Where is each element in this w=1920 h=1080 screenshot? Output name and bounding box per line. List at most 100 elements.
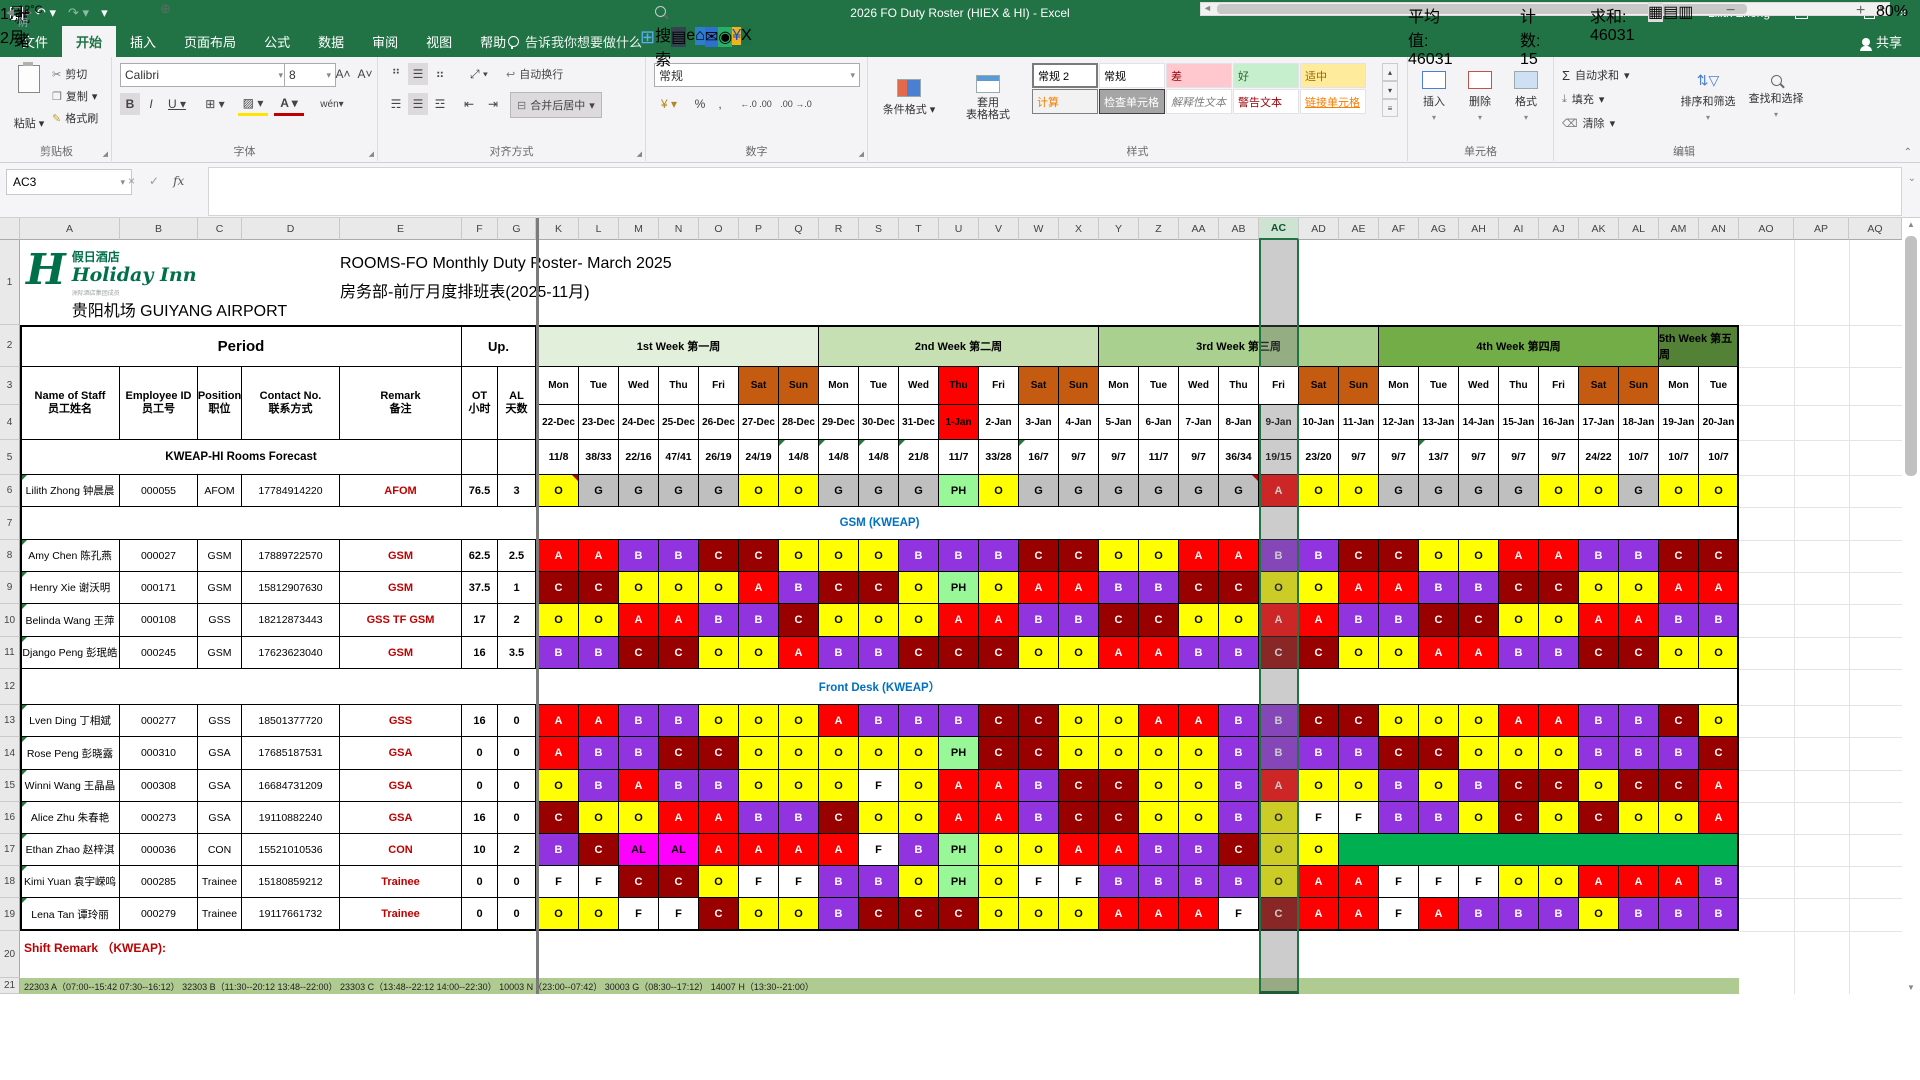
employee-id-cell[interactable]: 000277 — [120, 705, 198, 737]
shift-cell[interactable]: O — [1059, 737, 1099, 770]
shift-cell[interactable]: B — [1699, 604, 1739, 637]
ot-cell[interactable]: 0 — [462, 770, 498, 802]
shift-cell[interactable]: F — [539, 866, 579, 898]
position-cell[interactable]: GSA — [198, 802, 242, 834]
shift-cell[interactable]: O — [1699, 637, 1739, 669]
shift-cell[interactable]: A — [1619, 866, 1659, 898]
contact-cell[interactable]: 17784914220 — [242, 475, 340, 507]
autosum-button[interactable]: Σ 自动求和 ▾ — [1562, 63, 1630, 87]
shift-cell[interactable]: O — [899, 770, 939, 802]
column-header[interactable]: AN — [1699, 218, 1739, 240]
shift-cell[interactable]: B — [739, 604, 779, 637]
forecast-cell[interactable]: 11/7 — [939, 440, 979, 475]
shift-cell[interactable]: G — [1179, 475, 1219, 507]
column-header[interactable]: P — [739, 218, 779, 240]
shift-cell[interactable]: B — [739, 802, 779, 834]
shift-cell[interactable]: C — [1339, 705, 1379, 737]
normal-view-icon[interactable]: ▦ — [1648, 2, 1664, 22]
shift-cell[interactable]: A — [539, 540, 579, 572]
merge-center-button[interactable]: ⊟ 合并后居中 ▾ — [510, 92, 602, 118]
shift-cell[interactable]: O — [579, 802, 619, 834]
shift-cell[interactable]: B — [1219, 802, 1259, 834]
ot-cell[interactable]: 16 — [462, 705, 498, 737]
employee-name-cell[interactable]: Django Peng 彭珉皓 — [20, 637, 120, 669]
shift-cell[interactable]: O — [1579, 475, 1619, 507]
shift-cell[interactable]: B — [1339, 604, 1379, 637]
gallery-more-icon[interactable]: ≡ — [1382, 99, 1398, 117]
al-cell[interactable]: 0 — [498, 802, 536, 834]
shift-cell[interactable]: O — [1219, 604, 1259, 637]
shift-cell[interactable]: O — [1499, 866, 1539, 898]
shift-cell[interactable]: G — [1059, 475, 1099, 507]
remark-cell[interactable]: Trainee — [340, 898, 462, 931]
shift-cell[interactable]: B — [939, 540, 979, 572]
font-size-select[interactable]: 8 ▾ — [284, 63, 336, 87]
shift-cell[interactable]: A — [699, 834, 739, 866]
shift-cell[interactable]: C — [1059, 802, 1099, 834]
shift-cell[interactable]: A — [1139, 898, 1179, 931]
shift-cell[interactable]: B — [899, 834, 939, 866]
forecast-cell[interactable]: 10/7 — [1619, 440, 1659, 475]
shift-cell[interactable]: O — [699, 866, 739, 898]
shift-cell[interactable]: O — [1179, 604, 1219, 637]
shift-cell[interactable]: A — [1259, 475, 1299, 507]
shift-cell[interactable]: A — [1419, 898, 1459, 931]
page-break-view-icon[interactable]: ▥ — [1678, 2, 1693, 22]
shift-cell[interactable]: O — [899, 866, 939, 898]
shift-cell[interactable]: B — [1219, 770, 1259, 802]
wechat-icon[interactable]: ◉ — [718, 27, 733, 47]
tell-me-box[interactable]: 告诉我你想要做什么 — [508, 26, 642, 57]
shift-cell[interactable]: O — [539, 475, 579, 507]
shift-cell[interactable]: O — [1579, 770, 1619, 802]
employee-name-cell[interactable]: Rose Peng 彭晓露 — [20, 737, 120, 770]
forecast-cell[interactable]: 10/7 — [1659, 440, 1699, 475]
forecast-cell[interactable]: 14/8 — [819, 440, 859, 475]
shift-cell[interactable]: A — [1019, 572, 1059, 604]
row-header[interactable]: 5 — [0, 440, 20, 475]
ribbon-tab-7[interactable]: 审阅 — [358, 26, 412, 57]
shift-cell[interactable]: O — [899, 737, 939, 770]
ot-cell[interactable]: 37.5 — [462, 572, 498, 604]
shift-cell[interactable]: F — [1379, 866, 1419, 898]
column-header[interactable]: G — [498, 218, 536, 240]
column-header[interactable]: C — [198, 218, 242, 240]
shift-cell[interactable]: O — [819, 770, 859, 802]
shift-cell[interactable]: B — [1619, 898, 1659, 931]
cell-style-chip[interactable]: 计算 — [1032, 89, 1098, 114]
column-header[interactable]: AP — [1794, 218, 1849, 240]
shift-cell[interactable]: A — [1299, 866, 1339, 898]
shift-cell[interactable]: O — [739, 475, 779, 507]
shift-cell[interactable]: O — [539, 770, 579, 802]
shift-cell[interactable]: O — [579, 604, 619, 637]
al-cell[interactable]: 0 — [498, 770, 536, 802]
shift-cell[interactable]: A — [979, 770, 1019, 802]
shift-cell[interactable]: B — [1299, 737, 1339, 770]
shift-cell[interactable]: O — [859, 737, 899, 770]
shift-cell[interactable]: O — [779, 705, 819, 737]
shift-cell[interactable]: O — [619, 572, 659, 604]
forecast-cell[interactable]: 9/7 — [1379, 440, 1419, 475]
shift-cell[interactable]: C — [1059, 540, 1099, 572]
shift-cell[interactable]: B — [1619, 737, 1659, 770]
shift-cell[interactable]: B — [1299, 540, 1339, 572]
column-header[interactable]: AO — [1739, 218, 1794, 240]
position-cell[interactable]: GSA — [198, 770, 242, 802]
forecast-cell[interactable]: 14/8 — [779, 440, 819, 475]
shift-cell[interactable]: C — [939, 637, 979, 669]
cell-style-chip[interactable]: 常规 2 — [1032, 63, 1098, 88]
position-cell[interactable]: GSM — [198, 572, 242, 604]
shift-cell[interactable]: F — [579, 866, 619, 898]
shift-cell[interactable]: C — [1139, 604, 1179, 637]
shift-cell[interactable]: A — [1339, 866, 1379, 898]
contact-cell[interactable]: 19117661732 — [242, 898, 340, 931]
shift-cell[interactable]: C — [1339, 540, 1379, 572]
shift-cell[interactable]: A — [539, 705, 579, 737]
remark-cell[interactable]: GSS — [340, 705, 462, 737]
shift-cell[interactable]: C — [1219, 834, 1259, 866]
shift-cell[interactable]: O — [1259, 802, 1299, 834]
shift-cell[interactable]: O — [1459, 737, 1499, 770]
borders-icon[interactable]: ⊞ ▾ — [200, 93, 230, 115]
shift-cell[interactable]: C — [1499, 770, 1539, 802]
shift-cell[interactable]: O — [979, 475, 1019, 507]
employee-name-cell[interactable]: Lilith Zhong 钟晨晨 — [20, 475, 120, 507]
